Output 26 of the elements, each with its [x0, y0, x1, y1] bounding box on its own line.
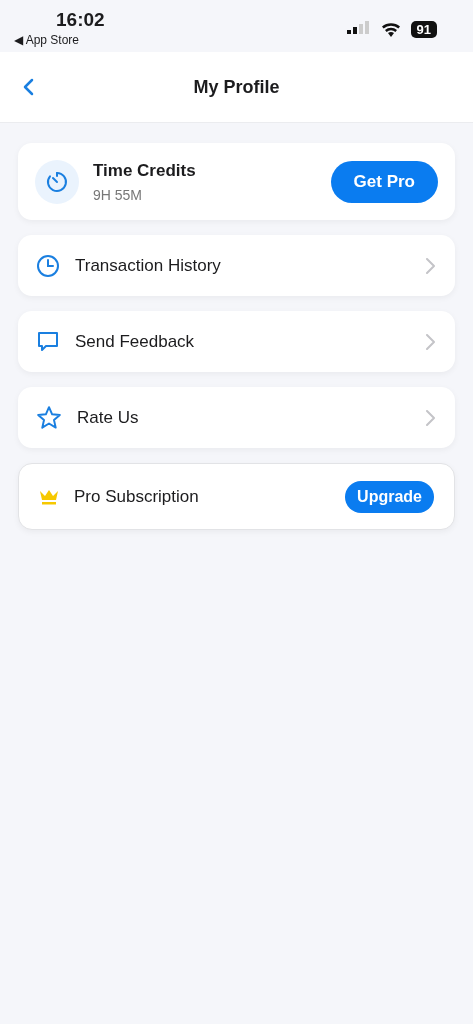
menu-label: Rate Us [77, 407, 140, 428]
status-time: 16:02 [56, 9, 105, 31]
clock-icon [36, 253, 60, 278]
wifi-icon [380, 21, 401, 37]
back-to-app-link[interactable]: ◀ App Store [14, 33, 105, 47]
upgrade-button[interactable]: Upgrade [345, 480, 434, 513]
menu-item[interactable]: Rate Us [18, 387, 455, 448]
star-icon [36, 404, 62, 431]
get-pro-button[interactable]: Get Pro [330, 160, 438, 203]
menu-item[interactable]: Send Feedback [18, 311, 455, 372]
timer-icon [35, 159, 79, 204]
menu-label: Pro Subscription [74, 486, 200, 507]
chevron-icon [426, 409, 435, 426]
menu-label: Send Feedback [75, 331, 196, 352]
credits-value: 9H 55M [93, 186, 144, 203]
menu-label: Transaction History [75, 255, 222, 276]
page-title: My Profile [193, 76, 280, 98]
crown-icon [39, 488, 59, 505]
battery-indicator: 91 [410, 20, 437, 38]
menu-item[interactable]: Transaction History [18, 235, 455, 296]
back-icon[interactable] [22, 78, 34, 96]
chevron-icon [426, 333, 435, 350]
signal-icon [346, 21, 371, 37]
chat-bubble-icon [36, 329, 60, 354]
credits-title: Time Credits [93, 160, 197, 181]
chevron-icon [426, 257, 435, 274]
